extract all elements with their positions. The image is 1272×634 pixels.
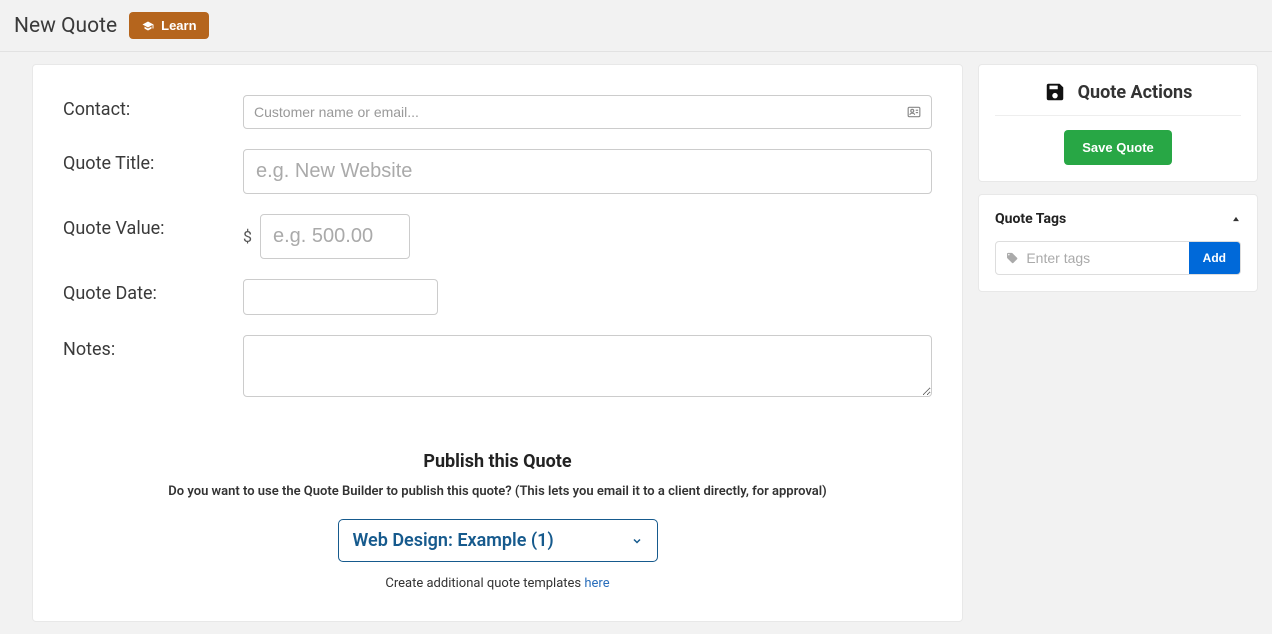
add-tag-button[interactable]: Add: [1189, 242, 1240, 274]
contact-input[interactable]: [243, 95, 932, 129]
title-field: [243, 149, 932, 194]
main-layout: Contact: Quote Title: Quote Value: $: [0, 52, 1272, 634]
title-label: Quote Title:: [63, 149, 243, 174]
notes-label: Notes:: [63, 335, 243, 360]
value-row: Quote Value: $: [63, 214, 932, 259]
page-title: New Quote: [14, 14, 117, 38]
learn-button[interactable]: Learn: [129, 12, 208, 39]
quote-actions-title: Quote Actions: [1078, 82, 1193, 103]
tag-input-wrap: [996, 242, 1189, 274]
value-label: Quote Value:: [63, 214, 243, 239]
contact-row: Contact:: [63, 95, 932, 129]
tags-input[interactable]: [1026, 250, 1178, 266]
sidebar: Quote Actions Save Quote Quote Tags Add: [978, 64, 1258, 292]
currency-symbol: $: [243, 227, 252, 246]
notes-textarea[interactable]: [243, 335, 932, 397]
publish-description: Do you want to use the Quote Builder to …: [63, 484, 932, 499]
quote-actions-header: Quote Actions: [995, 81, 1241, 116]
value-field: $: [243, 214, 932, 259]
notes-row: Notes:: [63, 335, 932, 401]
date-field: [243, 279, 932, 315]
page-header: New Quote Learn: [0, 0, 1272, 52]
quote-title-input[interactable]: [243, 149, 932, 194]
quote-tags-header[interactable]: Quote Tags: [995, 211, 1241, 227]
tag-input-row: Add: [995, 241, 1241, 275]
quote-form-card: Contact: Quote Title: Quote Value: $: [32, 64, 963, 622]
quote-actions-card: Quote Actions Save Quote: [978, 64, 1258, 182]
contact-card-icon[interactable]: [906, 105, 922, 119]
save-icon: [1044, 81, 1066, 103]
create-templates-text: Create additional quote templates here: [63, 576, 932, 591]
date-row: Quote Date:: [63, 279, 932, 315]
title-row: Quote Title:: [63, 149, 932, 194]
template-select[interactable]: Web Design: Example (1): [338, 519, 658, 562]
publish-heading: Publish this Quote: [63, 451, 932, 472]
tag-icon: [1006, 251, 1018, 265]
quote-value-input[interactable]: [260, 214, 410, 259]
create-templates-link[interactable]: here: [584, 576, 609, 591]
notes-field: [243, 335, 932, 401]
date-label: Quote Date:: [63, 279, 243, 304]
caret-up-icon: [1231, 214, 1241, 224]
contact-label: Contact:: [63, 95, 243, 120]
template-select-value: Web Design: Example (1): [353, 530, 554, 551]
quote-tags-title: Quote Tags: [995, 211, 1066, 227]
chevron-down-icon: [631, 535, 643, 547]
learn-button-label: Learn: [161, 18, 196, 33]
quote-tags-card: Quote Tags Add: [978, 194, 1258, 292]
graduation-cap-icon: [141, 20, 155, 32]
contact-field: [243, 95, 932, 129]
save-quote-button[interactable]: Save Quote: [1064, 130, 1172, 165]
quote-date-input[interactable]: [243, 279, 438, 315]
publish-section: Publish this Quote Do you want to use th…: [63, 451, 932, 591]
